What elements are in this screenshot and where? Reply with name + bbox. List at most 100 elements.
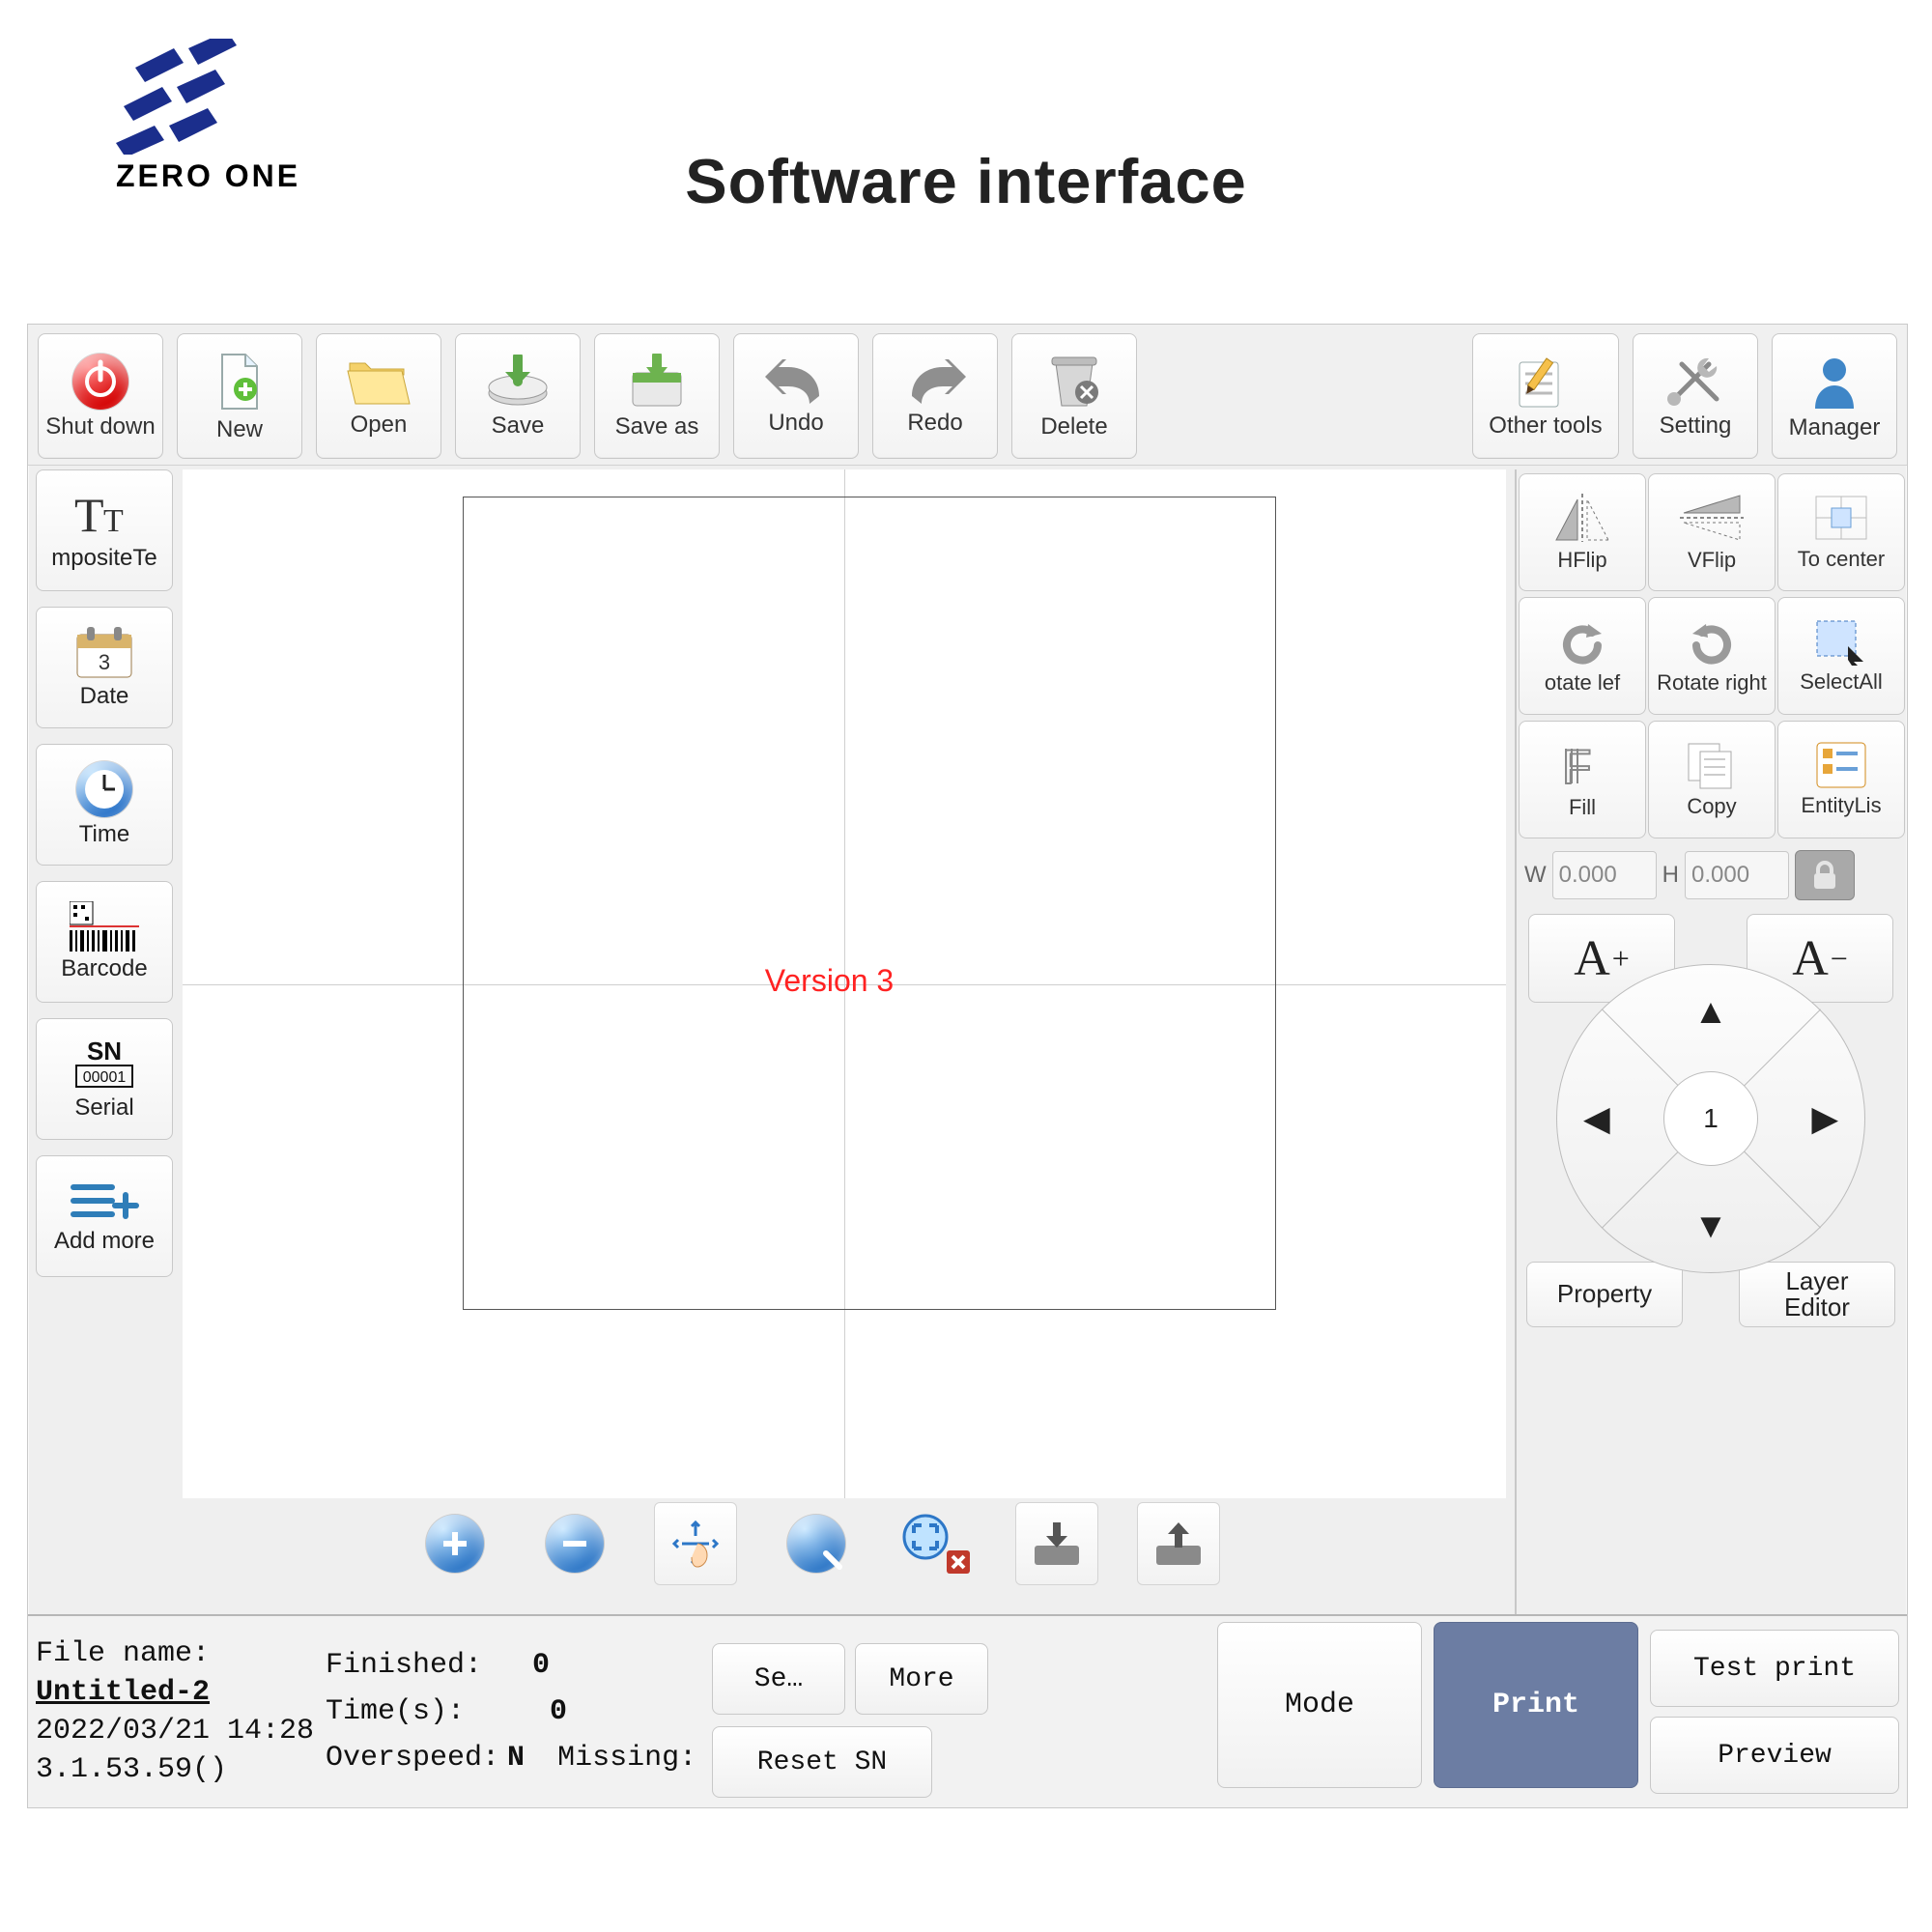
copy-button[interactable]: Copy <box>1648 721 1776 838</box>
hflip-icon <box>1552 492 1612 544</box>
add-more-icon <box>70 1178 139 1224</box>
height-input[interactable] <box>1685 851 1789 899</box>
brand-block: ZERO ONE <box>116 39 300 194</box>
save-as-icon <box>623 354 691 410</box>
export-button[interactable] <box>1137 1502 1220 1585</box>
filename-label: File name: <box>36 1637 326 1670</box>
canvas-page-rect <box>463 497 1276 1310</box>
othertools-button[interactable]: Other tools <box>1472 333 1619 459</box>
canvas-version-label: Version 3 <box>765 963 894 999</box>
power-icon <box>72 354 128 410</box>
redo-button[interactable]: Redo <box>872 333 998 459</box>
app-window: Shut down New Open Save Save as Undo <box>27 324 1908 1808</box>
sep-button[interactable]: Se… <box>712 1643 845 1715</box>
shutdown-button[interactable]: Shut down <box>38 333 163 459</box>
rotate-left-button[interactable]: otate lef <box>1519 597 1646 715</box>
dpad: ▲ ▼ ◀ ▶ 1 <box>1556 964 1865 1273</box>
entity-list-icon <box>1815 741 1867 789</box>
right-panel: HFlip VFlip To center otate lef Rotate r… <box>1515 469 1905 1614</box>
lock-icon <box>1810 860 1839 891</box>
save-button[interactable]: Save <box>455 333 581 459</box>
fill-button[interactable]: F Fill <box>1519 721 1646 838</box>
brand-logo-icon <box>116 39 280 155</box>
import-icon <box>1029 1519 1085 1569</box>
magnifier-icon <box>787 1515 845 1573</box>
view-toolbar <box>414 1502 1220 1585</box>
mode-button[interactable]: Mode <box>1217 1622 1422 1788</box>
status-version: 3.1.53.59() <box>36 1753 326 1786</box>
dpad-up[interactable]: ▲ <box>1693 991 1728 1032</box>
rotate-right-icon <box>1683 616 1741 667</box>
text-icon: TT <box>72 489 136 541</box>
wh-row: W H <box>1519 846 1903 904</box>
selectall-button[interactable]: SelectAll <box>1777 597 1905 715</box>
composite-text-button[interactable]: TT mpositeTe <box>36 469 173 591</box>
height-label: H <box>1662 862 1679 889</box>
delete-button[interactable]: Delete <box>1011 333 1137 459</box>
fill-icon: F <box>1558 739 1606 791</box>
import-button[interactable] <box>1015 1502 1098 1585</box>
dpad-center[interactable]: 1 <box>1663 1071 1758 1166</box>
width-input[interactable] <box>1552 851 1657 899</box>
dpad-left[interactable]: ◀ <box>1583 1098 1610 1139</box>
finished-value: 0 <box>532 1649 550 1682</box>
vflip-button[interactable]: VFlip <box>1648 473 1776 591</box>
finished-label: Finished: <box>326 1649 482 1682</box>
export-icon <box>1151 1519 1207 1569</box>
reset-sn-button[interactable]: Reset SN <box>712 1726 932 1798</box>
entitylist-button[interactable]: EntityLis <box>1777 721 1905 838</box>
select-all-icon <box>1813 617 1869 666</box>
date-button[interactable]: 3 Date <box>36 607 173 728</box>
pan-button[interactable] <box>654 1502 737 1585</box>
clock-icon <box>76 761 132 817</box>
notepad-pencil-icon <box>1514 355 1577 409</box>
print-button[interactable]: Print <box>1434 1622 1638 1788</box>
saveas-button[interactable]: Save as <box>594 333 720 459</box>
zoom-in-button[interactable] <box>414 1503 496 1584</box>
status-timestamp: 2022/03/21 14:28 <box>36 1715 326 1747</box>
zoom-button[interactable] <box>776 1503 857 1584</box>
folder-open-icon <box>346 355 412 408</box>
manager-button[interactable]: Manager <box>1772 333 1897 459</box>
copy-icon <box>1685 740 1739 790</box>
zoom-out-button[interactable] <box>534 1503 615 1584</box>
status-bar: File name: Untitled-2 2022/03/21 14:28 3… <box>28 1614 1907 1807</box>
lock-button[interactable] <box>1795 850 1855 900</box>
filename-value[interactable]: Untitled-2 <box>36 1676 326 1709</box>
tocenter-button[interactable]: To center <box>1777 473 1905 591</box>
hflip-button[interactable]: HFlip <box>1519 473 1646 591</box>
top-toolbar: Shut down New Open Save Save as Undo <box>28 325 1907 466</box>
setting-button[interactable]: Setting <box>1633 333 1758 459</box>
user-icon <box>1805 353 1863 411</box>
barcode-icon <box>70 901 139 952</box>
dpad-down[interactable]: ▼ <box>1693 1206 1728 1246</box>
save-icon <box>486 355 550 409</box>
canvas[interactable]: Version 3 <box>183 469 1506 1498</box>
overspeed-label: Overspeed: <box>326 1742 499 1775</box>
page-title: Software interface <box>685 145 1247 217</box>
barcode-button[interactable]: Barcode <box>36 881 173 1003</box>
zoom-in-icon <box>426 1515 484 1573</box>
test-print-button[interactable]: Test print <box>1650 1630 1899 1707</box>
zoom-fit-button[interactable] <box>895 1503 977 1584</box>
width-label: W <box>1524 862 1547 889</box>
vflip-icon <box>1678 492 1746 544</box>
rotate-left-icon <box>1553 616 1611 667</box>
more-button[interactable]: More <box>855 1643 988 1715</box>
times-value: 0 <box>550 1695 567 1728</box>
new-file-icon <box>209 351 270 412</box>
tools-icon <box>1664 355 1726 409</box>
calendar-icon: 3 <box>73 625 135 679</box>
preview-button[interactable]: Preview <box>1650 1717 1899 1794</box>
serial-button[interactable]: SN00001 Serial <box>36 1018 173 1140</box>
time-button[interactable]: Time <box>36 744 173 866</box>
times-label: Time(s): <box>326 1695 465 1728</box>
new-button[interactable]: New <box>177 333 302 459</box>
addmore-button[interactable]: Add more <box>36 1155 173 1277</box>
to-center-icon <box>1812 493 1870 543</box>
undo-button[interactable]: Undo <box>733 333 859 459</box>
open-button[interactable]: Open <box>316 333 441 459</box>
dpad-right[interactable]: ▶ <box>1811 1098 1838 1139</box>
left-toolbar: TT mpositeTe 3 Date Time <box>36 469 173 1277</box>
rotate-right-button[interactable]: Rotate right <box>1648 597 1776 715</box>
